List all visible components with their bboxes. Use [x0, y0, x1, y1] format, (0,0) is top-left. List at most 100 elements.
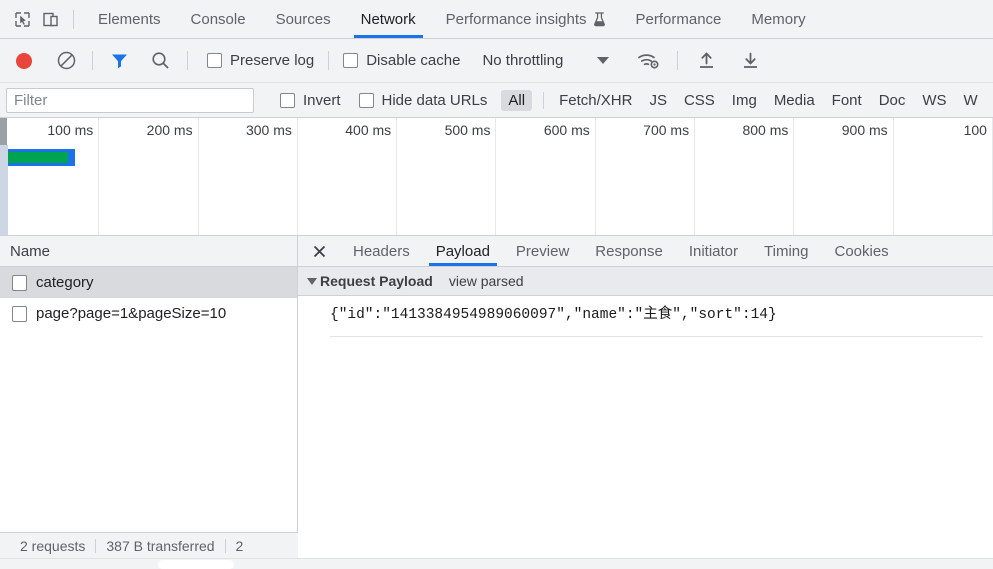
close-icon[interactable] — [308, 240, 330, 262]
overview-tick-cell: 100 — [894, 118, 993, 235]
type-filter-media[interactable]: Media — [767, 90, 822, 111]
overview-tick-cell: 400 ms — [298, 118, 398, 235]
overview-tick-cell: 200 ms — [99, 118, 199, 235]
overview-tick-cell: 100 ms — [0, 118, 100, 235]
type-filter-img[interactable]: Img — [725, 90, 764, 111]
network-overview-timeline[interactable]: 100 ms 200 ms 300 ms 400 ms 500 ms 600 m… — [0, 118, 993, 236]
panel-tab-performance[interactable]: Performance — [621, 0, 737, 38]
tab-payload[interactable]: Payload — [423, 236, 503, 266]
devtools-window: Elements Console Sources Network Perform… — [0, 0, 993, 569]
overview-tick-label: 300 ms — [245, 122, 292, 138]
experiment-flask-icon — [593, 11, 606, 27]
request-name: category — [36, 274, 94, 291]
chevron-down-icon[interactable] — [589, 47, 617, 75]
overview-tick-cell: 800 ms — [695, 118, 795, 235]
clear-icon[interactable] — [52, 47, 80, 75]
overview-tick-label: 900 ms — [841, 122, 888, 138]
overview-gridlines: 100 ms 200 ms 300 ms 400 ms 500 ms 600 m… — [0, 118, 993, 235]
table-row[interactable]: page?page=1&pageSize=10 — [0, 298, 297, 329]
type-filter-wasm[interactable]: W — [957, 90, 985, 111]
throttling-select[interactable]: No throttling — [474, 52, 571, 69]
checkbox-box — [358, 92, 374, 108]
checkbox-box — [207, 53, 222, 68]
toolbar-divider-3 — [328, 51, 330, 70]
overview-tick-label: 400 ms — [345, 122, 392, 138]
panel-tab-label: Sources — [275, 10, 331, 28]
resource-file-icon — [12, 274, 27, 291]
overview-tick-label: 100 — [963, 122, 987, 138]
filter-icon[interactable] — [105, 47, 133, 75]
overview-tick-cell: 700 ms — [596, 118, 696, 235]
type-filter-font[interactable]: Font — [825, 90, 869, 111]
request-list-header[interactable]: Name — [0, 236, 297, 267]
request-payload-json[interactable]: {"id":"1413384954989060097","name":"主食",… — [330, 306, 983, 337]
panel-tab-sources[interactable]: Sources — [261, 0, 346, 38]
panel-tab-performance-insights[interactable]: Performance insights — [431, 0, 621, 38]
overview-tick-cell: 600 ms — [496, 118, 596, 235]
overview-tick-label: 200 ms — [146, 122, 193, 138]
tab-response[interactable]: Response — [582, 236, 676, 266]
panel-tab-label: Network — [360, 10, 416, 28]
disable-cache-checkbox[interactable]: Disable cache — [337, 52, 466, 69]
device-toolbar-icon[interactable] — [36, 5, 64, 33]
devtools-panel-tabbar: Elements Console Sources Network Perform… — [0, 0, 993, 39]
horizontal-scrollbar[interactable] — [0, 558, 993, 569]
export-har-icon[interactable] — [736, 47, 764, 75]
type-filter-doc[interactable]: Doc — [872, 90, 913, 111]
table-row[interactable]: category — [0, 267, 297, 298]
triangle-down-icon[interactable] — [307, 277, 317, 285]
panel-tab-label: Console — [190, 10, 246, 28]
column-header-name: Name — [10, 242, 51, 260]
type-filter-ws[interactable]: WS — [915, 90, 953, 111]
view-parsed-link[interactable]: view parsed — [449, 273, 524, 289]
panel-tab-network[interactable]: Network — [346, 0, 431, 38]
panel-tab-elements[interactable]: Elements — [83, 0, 176, 38]
status-resources: 2 — [235, 537, 244, 554]
tab-timing[interactable]: Timing — [751, 236, 821, 266]
tab-cookies[interactable]: Cookies — [821, 236, 901, 266]
overview-window-handle[interactable] — [0, 118, 7, 145]
disable-cache-label: Disable cache — [366, 52, 461, 69]
tabbar-divider — [73, 9, 74, 29]
network-split-view: Name category page?page=1&pageSize=10 He… — [0, 236, 993, 569]
overview-request-bar — [0, 149, 75, 166]
resource-file-icon — [12, 305, 27, 322]
overview-tick-cell: 900 ms — [794, 118, 894, 235]
status-transferred: 387 B transferred — [106, 537, 215, 554]
status-request-count: 2 requests — [20, 537, 86, 554]
request-detail-panel: Headers Payload Preview Response Initiat… — [298, 236, 993, 569]
network-status-bar: 2 requests 387 B transferred 2 — [0, 532, 298, 558]
toolbar-divider-2 — [187, 51, 188, 70]
request-name: page?page=1&pageSize=10 — [36, 305, 227, 322]
search-icon[interactable] — [146, 47, 174, 75]
type-filter-js[interactable]: JS — [642, 90, 674, 111]
scrollbar-thumb[interactable] — [158, 560, 234, 569]
tab-initiator[interactable]: Initiator — [676, 236, 751, 266]
overview-tick-cell: 300 ms — [199, 118, 298, 235]
hide-data-urls-checkbox[interactable]: Hide data URLs — [353, 92, 494, 109]
network-filter-bar: Invert Hide data URLs All Fetch/XHR JS C… — [0, 83, 993, 118]
import-har-icon[interactable] — [692, 47, 720, 75]
overview-tick-label: 800 ms — [742, 122, 789, 138]
record-button-icon[interactable] — [10, 47, 38, 75]
invert-checkbox[interactable]: Invert — [274, 92, 347, 109]
overview-selection-window[interactable] — [0, 145, 8, 235]
type-filter-css[interactable]: CSS — [677, 90, 722, 111]
filter-input[interactable] — [6, 87, 254, 113]
type-filter-divider — [543, 91, 545, 109]
overview-tick-label: 600 ms — [543, 122, 590, 138]
overview-tick-label: 700 ms — [643, 122, 690, 138]
checkbox-box — [280, 92, 295, 108]
hide-data-urls-label: Hide data URLs — [381, 91, 488, 109]
type-filter-fetch-xhr[interactable]: Fetch/XHR — [552, 90, 639, 111]
inspect-cursor-icon[interactable] — [8, 5, 36, 33]
tab-preview[interactable]: Preview — [503, 236, 582, 266]
panel-tab-memory[interactable]: Memory — [736, 0, 820, 38]
panel-tab-console[interactable]: Console — [176, 0, 261, 38]
wifi-settings-icon[interactable] — [635, 47, 663, 75]
overview-tick-label: 500 ms — [444, 122, 491, 138]
type-filter-all[interactable]: All — [501, 89, 533, 111]
request-payload-section-header[interactable]: Request Payload view parsed — [298, 267, 993, 296]
tab-headers[interactable]: Headers — [340, 236, 423, 266]
preserve-log-checkbox[interactable]: Preserve log — [201, 52, 320, 69]
